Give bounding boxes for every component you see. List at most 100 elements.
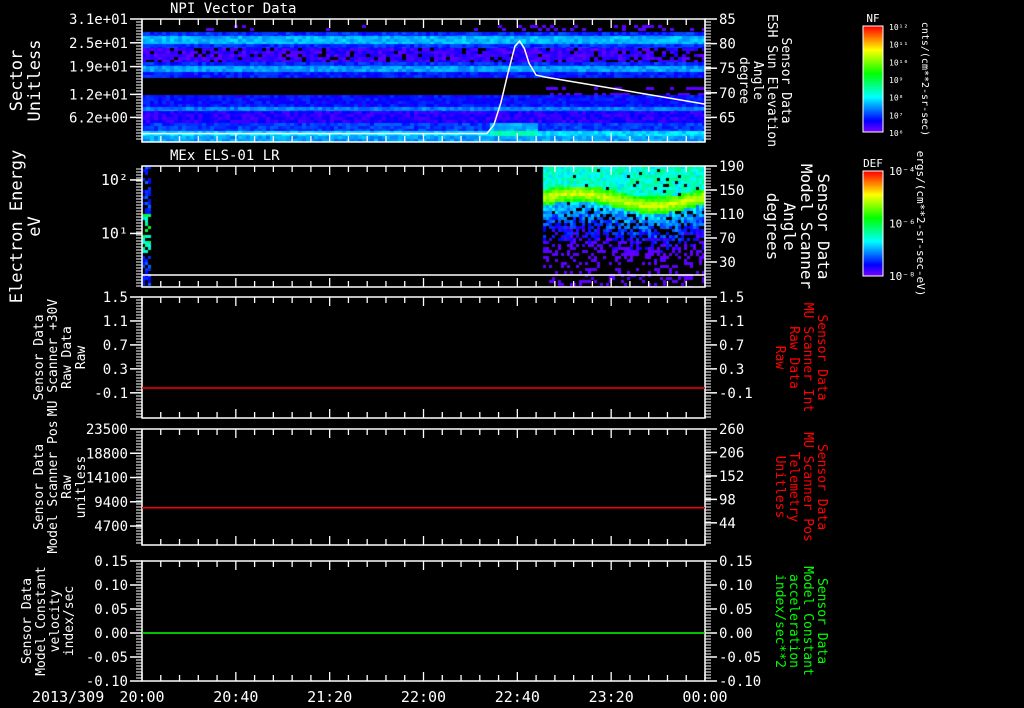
left-axis-label: Unitless — [25, 40, 45, 122]
right-tick-label: 190 — [719, 159, 744, 175]
axes-overlay: NPI Vector Data 3.1e+01 2.5e+01 1.9e+01 1.2e… — [7, 1, 930, 706]
panel-frame — [141, 560, 706, 682]
left-axis-label: Sensor Data — [32, 444, 47, 530]
left-axis-label: Model Constant — [34, 566, 49, 676]
right-tick-label: 70 — [719, 86, 736, 102]
left-axis-label: Electron Energy — [7, 150, 27, 304]
right-axis-label: index/sec**2 — [772, 574, 787, 668]
right-axis-label: Raw Data — [786, 326, 801, 389]
left-tick-label: 9400 — [94, 495, 128, 511]
left-tick-label: 4700 — [94, 519, 128, 535]
right-tick-label: 75 — [719, 61, 736, 77]
right-tick-label: 152 — [719, 469, 744, 485]
colorbar-tick-label: 10⁻⁸ — [889, 270, 916, 283]
left-axis-label: eV — [25, 216, 45, 236]
left-tick-label: 1.1 — [103, 314, 128, 330]
right-tick-label: 110 — [719, 207, 744, 223]
right-tick-label: 85 — [719, 12, 736, 28]
right-tick-label: 44 — [719, 516, 736, 532]
date-label: 2013/309 — [32, 688, 104, 706]
right-tick-label: 1.1 — [719, 314, 744, 330]
right-axis-label: degree — [736, 57, 751, 104]
right-tick-label: 0.3 — [719, 362, 744, 378]
right-tick-label: 30 — [719, 255, 736, 271]
left-axis-label: Sensor Data — [20, 578, 35, 664]
panel-frame — [141, 296, 706, 419]
left-axis-label: Model Scanner Pos — [46, 420, 61, 553]
left-axis-label: Sensor Data — [32, 314, 47, 400]
left-tick-label: 0.00 — [94, 626, 128, 642]
colorbar-tick-label: 10⁻⁶ — [889, 218, 916, 231]
left-tick-label: -0.05 — [86, 650, 128, 666]
right-tick-label: 65 — [719, 110, 736, 126]
panel-frame — [141, 428, 706, 546]
colorbar-label: NF — [866, 12, 879, 25]
right-axis-label: MU Scanner Pos — [800, 432, 815, 542]
left-tick-label: 18800 — [86, 446, 128, 462]
right-tick-label: 206 — [719, 445, 744, 461]
left-tick-label: 6.2e+00 — [69, 110, 128, 126]
left-tick-label: -0.1 — [94, 386, 128, 402]
colorbar-tick-label: 10¹¹ — [889, 41, 908, 50]
colorbar-units: cnts/(cm**2-sr-sec) — [919, 22, 930, 136]
right-axis-label: Raw — [772, 346, 787, 370]
right-axis-label: MU Scanner Int — [800, 303, 815, 413]
colorbar-label: DEF — [863, 157, 883, 170]
right-tick-label: 1.5 — [719, 290, 744, 306]
right-axis-label: Sensor Data — [814, 444, 829, 530]
left-tick-label: 14100 — [86, 471, 128, 487]
right-tick-label: 0.10 — [719, 578, 753, 594]
left-axis-label: velocity — [48, 590, 63, 653]
left-axis-label: index/sec — [62, 586, 77, 656]
time-tick-label: 21:20 — [307, 688, 352, 706]
right-tick-label: 70 — [719, 231, 736, 247]
right-tick-label: 98 — [719, 492, 736, 508]
left-tick-label: 10² — [101, 171, 128, 189]
right-tick-label: 0.7 — [719, 338, 744, 354]
left-axis-label: Sector — [7, 50, 27, 111]
right-tick-label: 80 — [719, 37, 736, 53]
left-axis-label: MU Scanner +30V — [46, 299, 61, 417]
panel-title: NPI Vector Data — [170, 1, 296, 17]
colorbar-tick-label: 10¹² — [889, 23, 908, 32]
right-axis-label: Unitless — [772, 456, 787, 519]
panel-title: MEx ELS-01 LR — [170, 148, 280, 164]
left-axis-label: unitless — [74, 456, 89, 519]
time-tick-label: 23:20 — [589, 688, 634, 706]
right-tick-label: 150 — [719, 183, 744, 199]
right-axis-label: acceleration — [786, 574, 801, 668]
time-tick-label: 20:00 — [119, 688, 164, 706]
left-tick-label: 3.1e+01 — [69, 12, 128, 28]
right-tick-label: 260 — [719, 422, 744, 438]
left-tick-label: 0.05 — [94, 602, 128, 618]
colorbar-frame — [862, 170, 884, 277]
time-tick-label: 22:00 — [401, 688, 446, 706]
left-tick-label: 1.5 — [103, 290, 128, 306]
time-tick-label: 20:40 — [213, 688, 258, 706]
right-axis-label: Sensor Data — [778, 37, 793, 123]
right-axis-label: Sensor Data — [814, 578, 829, 664]
left-axis-label: Raw — [60, 475, 75, 499]
left-tick-label: 23500 — [86, 422, 128, 438]
right-axis-label: ESH Sun Elevation — [764, 14, 779, 147]
right-axis-label: Telemetry — [786, 452, 801, 523]
colorbar-frame — [862, 25, 884, 133]
left-tick-label: 2.5e+01 — [69, 36, 128, 52]
colorbar-tick-label: 10⁻⁴ — [889, 165, 916, 178]
right-tick-label: 0.15 — [719, 554, 753, 570]
left-tick-label: 1.9e+01 — [69, 60, 128, 76]
right-axis-label: Sensor Data — [814, 314, 829, 400]
left-tick-label: 0.10 — [94, 578, 128, 594]
right-axis-label: Model Constant — [800, 566, 815, 676]
left-tick-label: 0.7 — [103, 338, 128, 354]
right-axis-label: Angle — [750, 61, 765, 100]
plot-window: NPI Vector Data 3.1e+01 2.5e+01 1.9e+01 1.2e… — [0, 0, 1024, 708]
series-line — [142, 39, 706, 135]
right-axis-label: degrees — [763, 193, 782, 260]
left-tick-label: 1.2e+01 — [69, 87, 128, 103]
left-axis-label: Raw Data — [60, 326, 75, 389]
right-tick-label: 0.00 — [719, 626, 753, 642]
panel-frame — [141, 165, 706, 288]
left-tick-label: 10¹ — [101, 224, 128, 242]
colorbar-tick-label: 10⁹ — [889, 76, 903, 85]
